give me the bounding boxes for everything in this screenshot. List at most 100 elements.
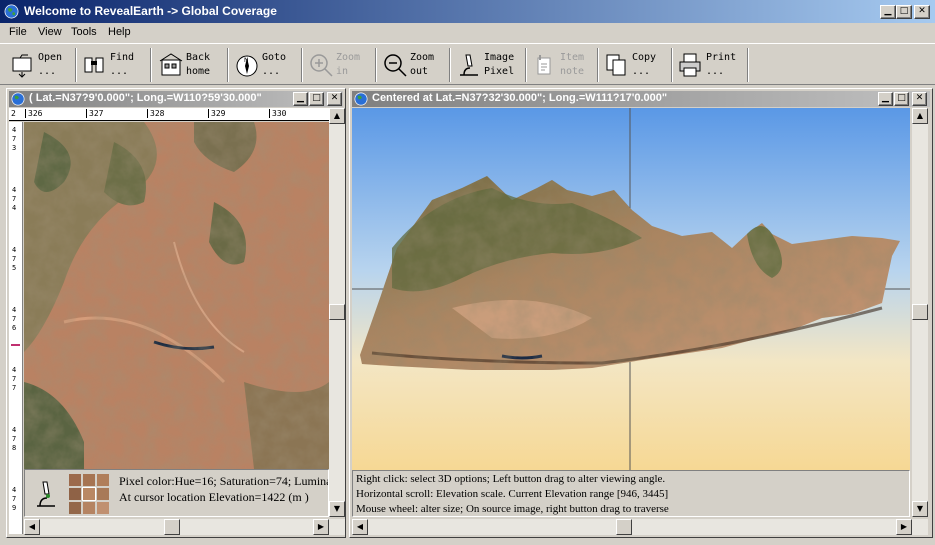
color-swatch	[83, 502, 95, 514]
satellite-image[interactable]	[24, 122, 329, 469]
ruler-tick-label: 4 7 7	[12, 366, 17, 392]
printer-icon	[679, 53, 701, 77]
close-button[interactable]: ✕	[912, 92, 927, 106]
menu-view[interactable]: View	[38, 26, 62, 38]
source-image-window: ( Lat.=N37?9'0.000"; Long.=W110?59'30.00…	[6, 88, 346, 538]
source-image-titlebar[interactable]: ( Lat.=N37?9'0.000"; Long.=W110?59'30.00…	[9, 91, 343, 107]
toolbar-separator	[597, 48, 599, 82]
menu-bar: File View Tools Help	[0, 23, 935, 42]
note-icon	[537, 55, 551, 75]
close-button[interactable]: ✕	[327, 92, 342, 106]
copy-icon	[606, 54, 626, 76]
color-swatch	[97, 502, 109, 514]
title-bar[interactable]: Welcome to RevealEarth -> Global Coverag…	[0, 0, 935, 23]
close-button[interactable]: ✕	[914, 5, 930, 19]
ruler-top: 2 326 327 328 329 330	[9, 108, 329, 121]
menu-tools[interactable]: Tools	[71, 26, 97, 38]
color-swatch	[69, 502, 81, 514]
scroll-right-button[interactable]: ▶	[896, 519, 912, 535]
microscope-icon	[37, 481, 55, 507]
scroll-left-button[interactable]: ◀	[24, 519, 40, 535]
zoom-in-icon	[310, 54, 333, 77]
zoom-out-icon	[384, 54, 407, 77]
left-vertical-scrollbar[interactable]: ▲ ▼	[329, 108, 345, 517]
zoom-out-button[interactable]: Zoom out	[378, 46, 448, 84]
toolbar-separator	[525, 48, 527, 82]
help-line: Mouse wheel: alter size; On source image…	[356, 503, 669, 515]
item-note-button[interactable]: Item note	[528, 46, 596, 84]
minimize-button[interactable]: ▁	[878, 92, 893, 106]
3d-view-titlebar[interactable]: Centered at Lat.=N37?32'30.000"; Long.=W…	[352, 91, 930, 107]
color-swatch-selected	[82, 487, 96, 501]
globe-icon	[354, 92, 368, 106]
scroll-up-button[interactable]: ▲	[912, 108, 928, 124]
scroll-thumb[interactable]	[616, 519, 632, 535]
scroll-left-button[interactable]: ◀	[352, 519, 368, 535]
scroll-down-button[interactable]: ▼	[912, 501, 928, 517]
scroll-right-button[interactable]: ▶	[313, 519, 329, 535]
image-pixel-button[interactable]: Image Pixel	[452, 46, 524, 84]
back-home-button[interactable]: Back home	[154, 46, 226, 84]
scroll-thumb[interactable]	[329, 304, 345, 320]
scroll-thumb[interactable]	[912, 304, 928, 320]
ruler-left: 4 7 3 4 7 4 4 7 5 4 7 6 4 7 7 4 7 8 4 7 …	[9, 122, 23, 534]
color-swatch	[97, 474, 109, 486]
help-line: Right click: select 3D options; Left but…	[356, 473, 666, 485]
toolbar-separator	[227, 48, 229, 82]
ruler-tick-label: 328	[147, 109, 208, 118]
globe-icon	[4, 4, 19, 19]
microscope-icon	[460, 54, 478, 76]
menu-file[interactable]: File	[9, 26, 27, 38]
scroll-down-button[interactable]: ▼	[329, 501, 345, 517]
ruler-tick-label: 329	[208, 109, 269, 118]
3d-terrain-view[interactable]	[352, 108, 910, 470]
toolbar-separator	[301, 48, 303, 82]
ruler-tick-label: 4 7 8	[12, 426, 17, 452]
color-swatch	[83, 474, 95, 486]
elevation-scale-scrollbar[interactable]: ◀ ▶	[352, 519, 928, 535]
open-button[interactable]: Open ...	[6, 46, 74, 84]
toolbar: Open ... Find ... Back home N Goto ... Z…	[0, 43, 935, 85]
ruler-corner-label: 2	[11, 109, 16, 118]
left-horizontal-scrollbar[interactable]: ◀ ▶	[24, 519, 345, 535]
minimize-button[interactable]: ▁	[293, 92, 308, 106]
help-line: Horizontal scroll: Elevation scale. Curr…	[356, 488, 669, 500]
toolbar-separator	[747, 48, 749, 82]
3d-view-window: Centered at Lat.=N37?32'30.000"; Long.=W…	[349, 88, 933, 538]
scroll-up-button[interactable]: ▲	[329, 108, 345, 124]
toolbar-separator	[150, 48, 152, 82]
minimize-button[interactable]: ▁	[880, 5, 896, 19]
globe-icon	[11, 92, 25, 106]
scroll-thumb[interactable]	[164, 519, 180, 535]
ruler-tick-label: 326	[25, 109, 86, 118]
maximize-button[interactable]: □	[896, 5, 912, 19]
restore-button[interactable]: □	[309, 92, 324, 106]
right-vertical-scrollbar[interactable]: ▲ ▼	[912, 108, 928, 517]
ruler-tick-label: 4 7 5	[12, 246, 17, 272]
window-title: Welcome to RevealEarth -> Global Coverag…	[24, 4, 277, 18]
color-swatch	[69, 488, 81, 500]
ruler-tick-label: 4 7 6	[12, 306, 17, 332]
3d-view-title: Centered at Lat.=N37?32'30.000"; Long.=W…	[372, 92, 668, 104]
print-button[interactable]: Print ...	[674, 46, 746, 84]
find-button[interactable]: Find ...	[78, 46, 148, 84]
zoom-in-button[interactable]: Zoom in	[304, 46, 374, 84]
toolbar-separator	[75, 48, 77, 82]
menu-help[interactable]: Help	[108, 26, 131, 38]
color-swatch	[97, 488, 109, 500]
compass-icon: N	[236, 55, 258, 77]
goto-button[interactable]: N Goto ...	[230, 46, 300, 84]
ruler-tick-label: 4 7 3	[12, 126, 17, 152]
copy-button[interactable]: Copy ...	[600, 46, 670, 84]
binoculars-icon	[84, 57, 104, 73]
ruler-tick-label: 330	[269, 109, 327, 118]
pixel-color-readout: Pixel color:Hue=16; Saturation=74; Lumin…	[119, 474, 328, 488]
ruler-tick-label: 4 7 4	[12, 186, 17, 212]
source-image-title: ( Lat.=N37?9'0.000"; Long.=W110?59'30.00…	[29, 92, 262, 104]
restore-button[interactable]: □	[894, 92, 909, 106]
toolbar-separator	[671, 48, 673, 82]
color-swatch-grid	[69, 474, 109, 514]
cursor-marker	[11, 344, 20, 346]
color-swatch	[69, 474, 81, 486]
pixel-info-panel: Pixel color:Hue=16; Saturation=74; Lumin…	[24, 469, 329, 517]
